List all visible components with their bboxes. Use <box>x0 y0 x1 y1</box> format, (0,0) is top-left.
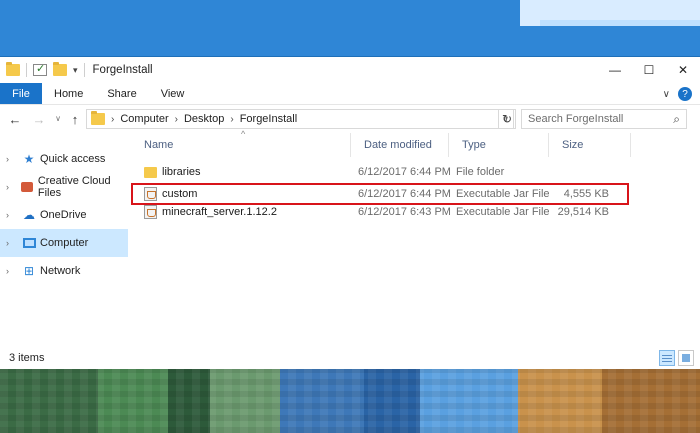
breadcrumb-separator-icon[interactable]: › <box>111 114 114 125</box>
creative-cloud-icon <box>21 181 34 193</box>
sidebar-item-label: Creative Cloud Files <box>37 175 111 199</box>
tab-home[interactable]: Home <box>42 83 95 104</box>
new-folder-icon[interactable] <box>53 62 67 76</box>
sidebar-item-creative-cloud-files[interactable]: › Creative Cloud Files <box>0 173 128 201</box>
sidebar-item-computer[interactable]: › Computer <box>0 229 128 257</box>
file-explorer-window: ▾ ForgeInstall — ☐ ✕ File Home Share Vie… <box>0 56 700 369</box>
breadcrumb-separator-icon[interactable]: › <box>230 114 233 125</box>
sidebar-item-network[interactable]: › ⊞ Network <box>0 257 128 285</box>
background-cloud-shadow <box>540 20 700 26</box>
divider <box>83 63 85 77</box>
breadcrumb-separator-icon[interactable]: › <box>175 114 178 125</box>
file-size <box>549 163 609 181</box>
expand-icon[interactable]: › <box>6 238 16 248</box>
status-bar: 3 items <box>0 347 700 369</box>
file-size: 29,514 KB <box>557 206 609 218</box>
highlight-box <box>131 183 629 205</box>
folder-icon <box>6 62 20 76</box>
forward-button[interactable]: → <box>28 108 50 130</box>
expand-icon[interactable]: › <box>6 210 16 220</box>
column-header-name[interactable]: Name <box>131 133 351 157</box>
background-ground <box>0 368 700 433</box>
breadcrumb-forgeinstall[interactable]: ForgeInstall <box>240 113 297 125</box>
window-title: ForgeInstall <box>92 64 153 76</box>
quick-access-toolbar: ▾ <box>0 62 85 77</box>
sidebar-item-quick-access[interactable]: › ★ Quick access <box>0 145 128 173</box>
sidebar-item-label: Network <box>40 265 81 277</box>
jar-file-icon <box>144 205 157 219</box>
ribbon-right-controls: ∨ ? <box>663 87 692 101</box>
title-bar[interactable]: ▾ ForgeInstall — ☐ ✕ <box>0 57 700 83</box>
chevron-down-icon[interactable]: ∨ <box>663 89 670 100</box>
expand-icon[interactable]: › <box>6 266 16 276</box>
file-type: Executable Jar File <box>456 206 550 218</box>
computer-icon <box>22 237 36 249</box>
file-date: 6/12/2017 6:43 PM <box>358 206 451 218</box>
file-list: ^ Name Date modified Type Size libraries… <box>131 129 696 345</box>
sidebar-item-onedrive[interactable]: › ☁ OneDrive <box>0 201 128 229</box>
properties-icon[interactable] <box>33 62 47 76</box>
breadcrumb-desktop[interactable]: Desktop <box>184 113 224 125</box>
search-box[interactable]: ⌕ <box>521 109 687 129</box>
folder-icon <box>144 166 157 178</box>
tab-share[interactable]: Share <box>95 83 148 104</box>
maximize-button[interactable]: ☐ <box>632 57 666 83</box>
file-name-cell: minecraft_server.1.12.2 <box>144 203 277 221</box>
folder-icon <box>91 111 105 125</box>
search-icon[interactable]: ⌕ <box>673 112 680 127</box>
divider <box>26 63 27 77</box>
column-header-type[interactable]: Type <box>449 133 549 157</box>
sidebar-item-label: OneDrive <box>40 209 87 221</box>
view-buttons <box>659 350 694 366</box>
item-count: 3 items <box>9 352 45 364</box>
breadcrumb-computer[interactable]: Computer <box>120 113 168 125</box>
expand-icon[interactable]: › <box>6 182 15 192</box>
file-name: libraries <box>162 166 201 178</box>
window-controls: — ☐ ✕ <box>598 57 700 83</box>
minimize-button[interactable]: — <box>598 57 632 83</box>
file-date: 6/12/2017 6:44 PM <box>358 166 451 178</box>
expand-icon[interactable]: › <box>6 154 16 164</box>
navigation-pane: › ★ Quick access › Creative Cloud Files … <box>0 145 128 345</box>
refresh-button[interactable]: ↻ <box>498 109 516 129</box>
file-type: File folder <box>456 166 505 178</box>
close-button[interactable]: ✕ <box>666 57 700 83</box>
table-row[interactable]: libraries 6/12/2017 6:44 PM File folder <box>131 163 631 181</box>
file-name: minecraft_server.1.12.2 <box>162 206 277 218</box>
up-button[interactable]: ↑ <box>64 108 86 130</box>
customize-toolbar-dropdown-icon[interactable]: ▾ <box>73 65 78 76</box>
network-icon: ⊞ <box>23 264 35 278</box>
address-bar[interactable]: › Computer › Desktop › ForgeInstall ∨ <box>86 109 514 129</box>
tab-file[interactable]: File <box>0 83 42 104</box>
table-row[interactable]: minecraft_server.1.12.2 6/12/2017 6:43 P… <box>131 203 631 221</box>
tab-view[interactable]: View <box>149 83 197 104</box>
large-icons-view-button[interactable] <box>678 350 694 366</box>
address-row: ← → ∨ ↑ › Computer › Desktop › ForgeInst… <box>0 106 700 132</box>
file-name-cell: libraries <box>144 163 201 181</box>
column-header-size[interactable]: Size <box>549 133 631 157</box>
sidebar-item-label: Quick access <box>40 153 106 165</box>
back-button[interactable]: ← <box>4 108 26 130</box>
help-icon[interactable]: ? <box>678 87 692 101</box>
recent-locations-dropdown-icon[interactable]: ∨ <box>52 114 64 123</box>
ribbon-tabs: File Home Share View ∨ ? <box>0 83 700 105</box>
column-headers: ^ Name Date modified Type Size <box>131 129 631 157</box>
star-icon: ★ <box>23 152 35 166</box>
cloud-icon: ☁ <box>23 208 35 222</box>
column-header-date[interactable]: Date modified <box>351 133 449 157</box>
sidebar-item-label: Computer <box>40 237 89 249</box>
details-view-button[interactable] <box>659 350 675 366</box>
search-input[interactable] <box>528 113 668 125</box>
background-sky <box>0 0 700 58</box>
